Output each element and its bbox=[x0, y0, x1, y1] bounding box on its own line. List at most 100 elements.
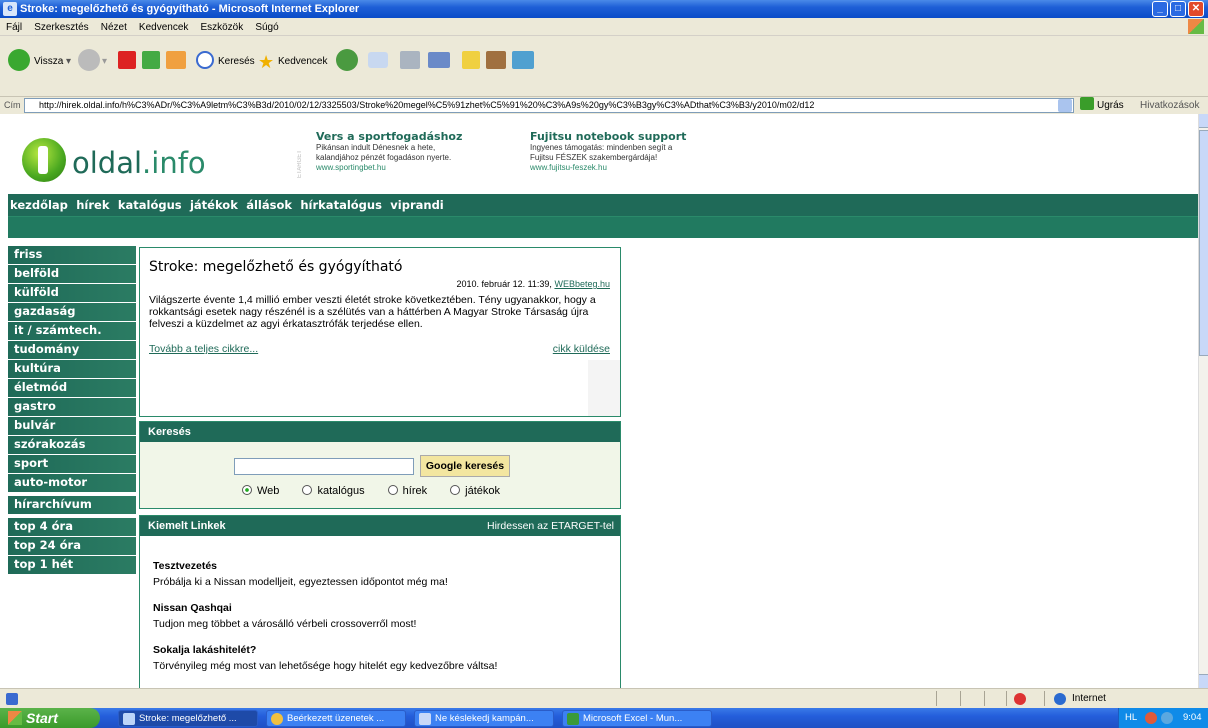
discuss-icon[interactable] bbox=[462, 51, 480, 69]
stop-icon[interactable] bbox=[118, 51, 136, 69]
task-word[interactable]: Ne késlekedj kampán... bbox=[414, 710, 554, 727]
close-button[interactable]: ✕ bbox=[1188, 1, 1204, 17]
radio-unchecked-icon[interactable] bbox=[387, 485, 398, 495]
ad-1[interactable]: Vers a sportfogadáshoz Pikánsan indult D… bbox=[316, 131, 462, 173]
radio-checked-icon[interactable] bbox=[242, 485, 252, 495]
task-excel[interactable]: Microsoft Excel - Mun... bbox=[562, 710, 712, 727]
ad-2[interactable]: Fujitsu notebook support Ingyenes támoga… bbox=[530, 131, 686, 173]
forward-dropdown-icon[interactable]: ▾ bbox=[102, 51, 107, 73]
radio-unchecked-icon[interactable] bbox=[450, 485, 461, 495]
ad-title[interactable]: Vers a sportfogadáshoz bbox=[316, 131, 462, 143]
tray-icon[interactable] bbox=[1145, 712, 1157, 724]
messenger-icon[interactable] bbox=[512, 51, 534, 69]
favorites-icon[interactable]: ★ bbox=[258, 51, 274, 73]
favorites-button[interactable]: Kedvencek bbox=[278, 51, 327, 73]
window-title-bar[interactable]: e Stroke: megelőzhető és gyógyítható - M… bbox=[0, 0, 1208, 18]
search-icon[interactable] bbox=[196, 51, 214, 69]
windows-logo-icon bbox=[1188, 19, 1204, 34]
mail-icon[interactable] bbox=[368, 52, 388, 68]
back-icon[interactable] bbox=[8, 49, 30, 71]
send-article-link[interactable]: cikk küldése bbox=[553, 343, 610, 355]
sidebar-item[interactable]: gastro bbox=[8, 398, 136, 416]
advertise-link[interactable]: Hirdessen az ETARGET-tel bbox=[487, 516, 614, 536]
featured-link-item[interactable]: Sokalja lakáshitelét? Törvényileg még mo… bbox=[153, 642, 497, 674]
history-icon[interactable] bbox=[336, 49, 358, 71]
address-dropdown-icon[interactable] bbox=[1058, 99, 1072, 112]
sidebar-item[interactable]: külföld bbox=[8, 284, 136, 302]
task-ie[interactable]: Stroke: megelőzhető ... bbox=[118, 710, 258, 727]
menu-tools[interactable]: Eszközök bbox=[200, 22, 243, 33]
featured-link-title[interactable]: Nissan Qashqai bbox=[153, 600, 416, 616]
menu-favorites[interactable]: Kedvencek bbox=[139, 22, 188, 33]
read-more-link[interactable]: Tovább a teljes cikkre... bbox=[149, 343, 258, 355]
back-button[interactable]: Vissza bbox=[34, 51, 63, 73]
edit-icon[interactable] bbox=[428, 52, 450, 68]
scroll-thumb[interactable] bbox=[1199, 130, 1208, 356]
radio-catalog[interactable]: katalógus bbox=[302, 485, 374, 497]
radio-news[interactable]: hírek bbox=[387, 485, 437, 497]
language-indicator[interactable]: HL bbox=[1125, 708, 1137, 728]
radio-games[interactable]: játékok bbox=[450, 485, 510, 497]
sidebar-item[interactable]: sport bbox=[8, 455, 136, 473]
nav-news-catalog[interactable]: hírkatalógus bbox=[300, 198, 382, 212]
search-input[interactable] bbox=[234, 458, 414, 475]
sidebar-item[interactable]: tudomány bbox=[8, 341, 136, 359]
sidebar-item[interactable]: belföld bbox=[8, 265, 136, 283]
go-button[interactable]: Ugrás bbox=[1080, 97, 1124, 114]
sidebar-item[interactable]: gazdaság bbox=[8, 303, 136, 321]
clock[interactable]: 9:04 bbox=[1183, 708, 1202, 728]
print-icon[interactable] bbox=[400, 51, 420, 69]
refresh-icon[interactable] bbox=[142, 51, 160, 69]
radio-web[interactable]: Web bbox=[242, 485, 289, 497]
sidebar-item-top[interactable]: top 4 óra bbox=[8, 518, 136, 536]
sidebar-item-archive[interactable]: hírarchívum bbox=[8, 496, 136, 514]
radio-unchecked-icon[interactable] bbox=[302, 485, 313, 495]
sidebar-item-top[interactable]: top 24 óra bbox=[8, 537, 136, 555]
sidebar-item[interactable]: életmód bbox=[8, 379, 136, 397]
search-button[interactable]: Keresés bbox=[218, 51, 255, 73]
nav-jobs[interactable]: állások bbox=[246, 198, 292, 212]
article-box: Stroke: megelőzhető és gyógyítható 2010.… bbox=[139, 247, 621, 417]
address-input[interactable]: http://hirek.oldal.info/h%C3%ADr/%C3%A9l… bbox=[24, 98, 1074, 113]
menu-help[interactable]: Súgó bbox=[255, 22, 278, 33]
minimize-button[interactable]: _ bbox=[1152, 1, 1168, 17]
sidebar-item[interactable]: kultúra bbox=[8, 360, 136, 378]
article-source-link[interactable]: WEBbeteg.hu bbox=[554, 279, 610, 289]
start-button[interactable]: Start bbox=[0, 708, 100, 728]
article-title[interactable]: Stroke: megelőzhető és gyógyítható bbox=[149, 259, 402, 275]
tray-icon[interactable] bbox=[1161, 712, 1173, 724]
menu-file[interactable]: Fájl bbox=[6, 22, 22, 33]
vertical-scrollbar[interactable] bbox=[1198, 114, 1208, 688]
nav-viprandi[interactable]: viprandi bbox=[390, 198, 443, 212]
sidebar-item[interactable]: it / számtech. bbox=[8, 322, 136, 340]
google-search-button[interactable]: Google keresés bbox=[420, 455, 510, 477]
nav-home[interactable]: kezdőlap bbox=[10, 198, 68, 212]
research-icon[interactable] bbox=[486, 51, 506, 69]
featured-link-item[interactable]: Tesztvezetés Próbálja ki a Nissan modell… bbox=[153, 558, 448, 590]
scroll-down-icon[interactable] bbox=[1199, 674, 1208, 688]
featured-link-title[interactable]: Tesztvezetés bbox=[153, 558, 448, 574]
ad-url[interactable]: www.sportingbet.hu bbox=[316, 163, 462, 173]
ad-title[interactable]: Fujitsu notebook support bbox=[530, 131, 686, 143]
sidebar-item-top[interactable]: top 1 hét bbox=[8, 556, 136, 574]
ad-url[interactable]: www.fujitsu-feszek.hu bbox=[530, 163, 686, 173]
maximize-button[interactable]: □ bbox=[1170, 1, 1186, 17]
back-dropdown-icon[interactable]: ▾ bbox=[66, 51, 71, 73]
nav-games[interactable]: játékok bbox=[190, 198, 238, 212]
forward-icon[interactable] bbox=[78, 49, 100, 71]
sidebar-item[interactable]: friss bbox=[8, 246, 136, 264]
featured-link-title[interactable]: Sokalja lakáshitelét? bbox=[153, 642, 497, 658]
home-icon[interactable] bbox=[166, 51, 186, 69]
scroll-up-icon[interactable] bbox=[1199, 114, 1208, 128]
task-mail[interactable]: Beérkezett üzenetek ... bbox=[266, 710, 406, 727]
nav-news[interactable]: hírek bbox=[76, 198, 109, 212]
nav-catalog[interactable]: katalógus bbox=[118, 198, 182, 212]
links-toolbar[interactable]: Hivatkozások bbox=[1140, 97, 1199, 114]
menu-edit[interactable]: Szerkesztés bbox=[34, 22, 88, 33]
sidebar-item[interactable]: auto-motor bbox=[8, 474, 136, 492]
sidebar-item[interactable]: bulvár bbox=[8, 417, 136, 435]
sidebar-item[interactable]: szórakozás bbox=[8, 436, 136, 454]
featured-link-item[interactable]: Nissan Qashqai Tudjon meg többet a város… bbox=[153, 600, 416, 632]
search-title: Keresés bbox=[140, 422, 620, 442]
menu-view[interactable]: Nézet bbox=[101, 22, 127, 33]
